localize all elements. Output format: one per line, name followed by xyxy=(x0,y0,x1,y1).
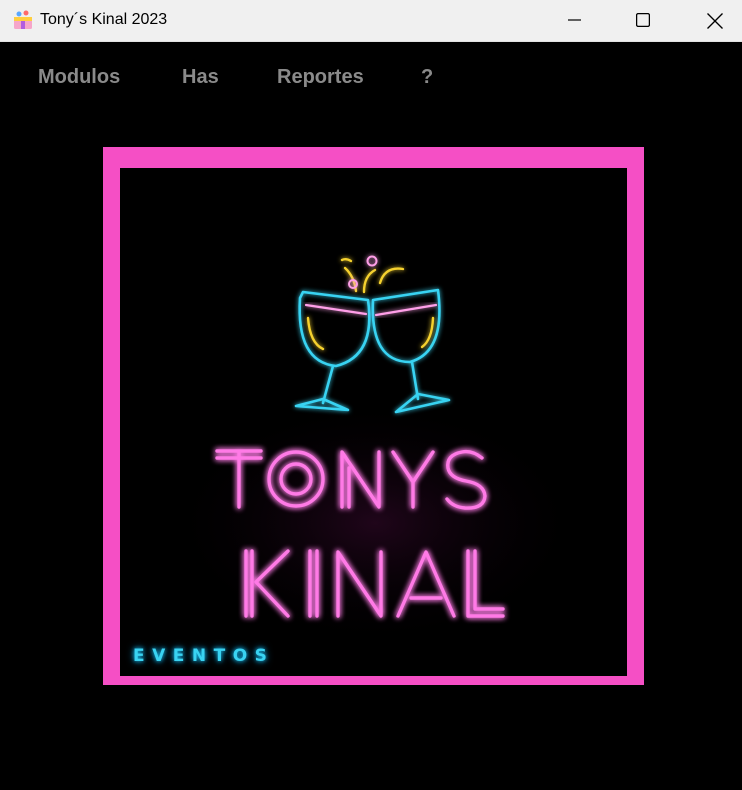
minimize-icon xyxy=(568,19,581,21)
title-bar: Tony´s Kinal 2023 xyxy=(0,0,742,42)
window-title: Tony´s Kinal 2023 xyxy=(40,11,168,28)
menu-reportes[interactable]: Reportes xyxy=(277,66,364,89)
close-icon xyxy=(707,13,723,29)
logo-frame: EVENTOS xyxy=(103,147,644,685)
logo-tagline: EVENTOS xyxy=(133,646,275,666)
menu-has[interactable]: Has xyxy=(182,66,219,89)
menu-help[interactable]: ? xyxy=(421,66,433,89)
menu-bar: Modulos Has Reportes ? xyxy=(0,42,742,112)
tonys-kinal-logo xyxy=(165,255,585,648)
maximize-button[interactable] xyxy=(620,0,666,41)
maximize-icon xyxy=(636,13,650,27)
minimize-button[interactable] xyxy=(551,0,597,41)
menu-modulos[interactable]: Modulos xyxy=(38,66,120,89)
toasting-glasses-icon xyxy=(294,255,451,414)
close-button[interactable] xyxy=(691,0,737,41)
app-icon xyxy=(14,10,32,29)
